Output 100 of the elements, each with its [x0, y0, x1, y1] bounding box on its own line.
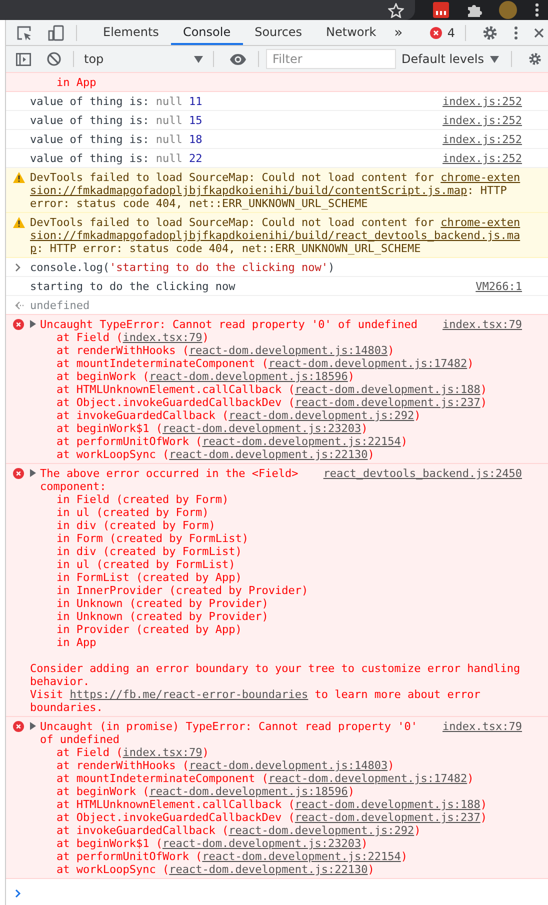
- stack-line: in ul (created by FormList): [56, 558, 236, 571]
- source-link[interactable]: react-dom.development.js:22130: [169, 863, 368, 876]
- result-text: undefined: [30, 299, 91, 312]
- stack-line: at mountIndeterminateComponent (react-dom.development.js:17482): [56, 772, 475, 785]
- source-link[interactable]: react-dom.development.js:237: [294, 396, 480, 409]
- log-text: value of thing is: null 18: [30, 133, 204, 146]
- log-text: value of thing is: null 22: [30, 152, 204, 165]
- stack-line: in Provider (created by App): [56, 623, 243, 636]
- source-link[interactable]: index.js:252: [442, 133, 522, 146]
- source-link[interactable]: react-dom.development.js:17482: [268, 772, 468, 785]
- filter-field[interactable]: Filter: [266, 49, 396, 69]
- extension-icon[interactable]: [433, 2, 449, 18]
- stack-line: at performUnitOfWork (react-dom.development.js:22154): [56, 850, 408, 863]
- source-link[interactable]: react-dom.development.js:18596: [149, 370, 348, 383]
- panel-tab[interactable]: Elements: [91, 20, 171, 45]
- panel-tab[interactable]: Network: [314, 20, 388, 45]
- source-link[interactable]: react-dom.development.js:22154: [202, 435, 401, 448]
- stack-line: at Object.invokeGuardedCallbackDev (react-dom.development.js:237): [56, 811, 488, 824]
- warning-icon: [13, 172, 25, 183]
- prompt-chevron-icon: [15, 263, 21, 272]
- source-link[interactable]: react-dom.development.js:292: [228, 824, 414, 837]
- error-icon: [13, 319, 24, 330]
- stack-line: in App: [56, 76, 98, 89]
- source-link[interactable]: react-dom.development.js:23203: [162, 422, 362, 435]
- stack-line: at workLoopSync (react-dom.development.js:22130): [56, 863, 376, 876]
- error-icon: [13, 721, 24, 732]
- stack-line: at mountIndeterminateComponent (react-dom.development.js:17482): [56, 357, 475, 370]
- log-text: value of thing is: null 11: [30, 95, 204, 108]
- source-link[interactable]: react-dom.development.js:18596: [149, 785, 348, 798]
- source-link[interactable]: index.js:252: [442, 95, 522, 108]
- error-note-text: Visit https://fb.me/react-error-boundaries to learn more about error boundaries.: [30, 688, 482, 714]
- source-link[interactable]: react-dom.development.js:292: [228, 409, 414, 422]
- source-link[interactable]: index.js:252: [442, 114, 522, 127]
- source-link[interactable]: react-dom.development.js:17482: [268, 357, 468, 370]
- stack-line: at HTMLUnknownElement.callCallback (react-dom.development.js:188): [56, 383, 488, 396]
- source-link[interactable]: index.tsx:79: [122, 331, 202, 344]
- source-link[interactable]: react-dom.development.js:22154: [202, 850, 401, 863]
- source-link[interactable]: react-dom.development.js:188: [294, 383, 480, 396]
- stack-line: in FormList (created by App): [56, 571, 243, 584]
- source-link[interactable]: react-dom.development.js:188: [294, 798, 480, 811]
- log-levels-dropdown[interactable]: Default levels: [396, 52, 505, 66]
- source-link[interactable]: index.tsx:79: [442, 720, 522, 733]
- result-arrow-icon: [15, 301, 24, 310]
- panel-tab[interactable]: Sources: [242, 20, 314, 45]
- context-select[interactable]: top: [80, 52, 207, 66]
- stack-line: at Field (index.tsx:79): [56, 746, 210, 759]
- stack-line: at invokeGuardedCallback (react-dom.development.js:292): [56, 824, 422, 837]
- stack-line: at renderWithHooks (react-dom.development.js:14803): [56, 344, 396, 357]
- prompt-chevron-icon[interactable]: [15, 889, 21, 898]
- stack-line: in Field (created by Form): [56, 493, 230, 506]
- expand-triangle-icon[interactable]: [30, 722, 36, 730]
- source-link[interactable]: react_devtools_backend.js:2450: [323, 467, 522, 480]
- source-link[interactable]: react-dom.development.js:237: [294, 811, 480, 824]
- warning-text: DevTools failed to load SourceMap: Could not load content for chrome-extension://fmkadmapgofadopljbjfkapdkoienihi/build/contentScript.js.map: HTTP error: status code 404, net::ERR_UNKNOWN_URL_SCHEME: [30, 171, 522, 210]
- error-icon: [430, 26, 442, 38]
- star-icon[interactable]: [388, 2, 404, 18]
- log-text: value of thing is: null 15: [30, 114, 204, 127]
- error-text: The above error occurred in the <Field> component:: [40, 467, 300, 493]
- error-count-button[interactable]: 4: [426, 26, 459, 40]
- stack-line: at renderWithHooks (react-dom.development.js:14803): [56, 759, 396, 772]
- eye-icon[interactable]: [230, 54, 246, 64]
- settings-icon[interactable]: [528, 52, 542, 66]
- close-icon[interactable]: [534, 28, 544, 38]
- source-link[interactable]: index.tsx:79: [442, 318, 522, 331]
- expand-triangle-icon[interactable]: [30, 320, 36, 328]
- source-link[interactable]: index.tsx:79: [122, 746, 202, 759]
- stack-line: at beginWork$1 (react-dom.development.js:23203): [56, 422, 369, 435]
- stack-line: in Unknown (created by Provider): [56, 610, 270, 623]
- stack-line: at beginWork (react-dom.development.js:18596): [56, 785, 356, 798]
- stack-line: at beginWork (react-dom.development.js:18596): [56, 370, 356, 383]
- settings-icon[interactable]: [482, 24, 498, 40]
- inspect-element-icon[interactable]: [16, 24, 32, 40]
- stack-line: at performUnitOfWork (react-dom.development.js:22154): [56, 435, 408, 448]
- source-link[interactable]: react-dom.development.js:23203: [162, 837, 362, 850]
- dropdown-caret-icon: [194, 56, 203, 62]
- source-link[interactable]: react-dom.development.js:22130: [169, 448, 368, 461]
- log-text: starting to do the clicking now: [30, 280, 236, 293]
- expand-triangle-icon[interactable]: [30, 469, 36, 477]
- stack-line: in Form (created by FormList): [56, 532, 250, 545]
- error-text: Uncaught TypeError: Cannot read property '0' of undefined: [40, 318, 418, 331]
- stack-line: at invokeGuardedCallback (react-dom.development.js:292): [56, 409, 422, 422]
- url-link[interactable]: https://fb.me/react-error-boundaries: [70, 688, 308, 701]
- clear-console-icon[interactable]: [47, 52, 61, 66]
- profile-avatar[interactable]: [499, 1, 517, 19]
- source-link[interactable]: index.js:252: [442, 152, 522, 165]
- puzzle-icon[interactable]: [467, 3, 483, 17]
- error-note-text: Consider adding an error boundary to your tree to customize error handling behavior.: [30, 662, 522, 688]
- device-toolbar-icon[interactable]: [48, 24, 64, 40]
- source-link[interactable]: react-dom.development.js:14803: [188, 759, 388, 772]
- sidebar-toggle-icon[interactable]: [16, 52, 31, 66]
- more-menu-icon[interactable]: [514, 26, 518, 40]
- source-link[interactable]: react-dom.development.js:14803: [188, 344, 388, 357]
- more-tabs-button[interactable]: »: [388, 24, 409, 40]
- error-icon: [13, 468, 24, 479]
- stack-line: in div (created by FormList): [56, 545, 243, 558]
- source-link[interactable]: VM266:1: [476, 280, 522, 293]
- dropdown-caret-icon: [490, 56, 499, 62]
- stack-line: at Field (index.tsx:79): [56, 331, 210, 344]
- more-menu-icon[interactable]: [535, 3, 539, 17]
- stack-line: in App: [56, 636, 98, 649]
